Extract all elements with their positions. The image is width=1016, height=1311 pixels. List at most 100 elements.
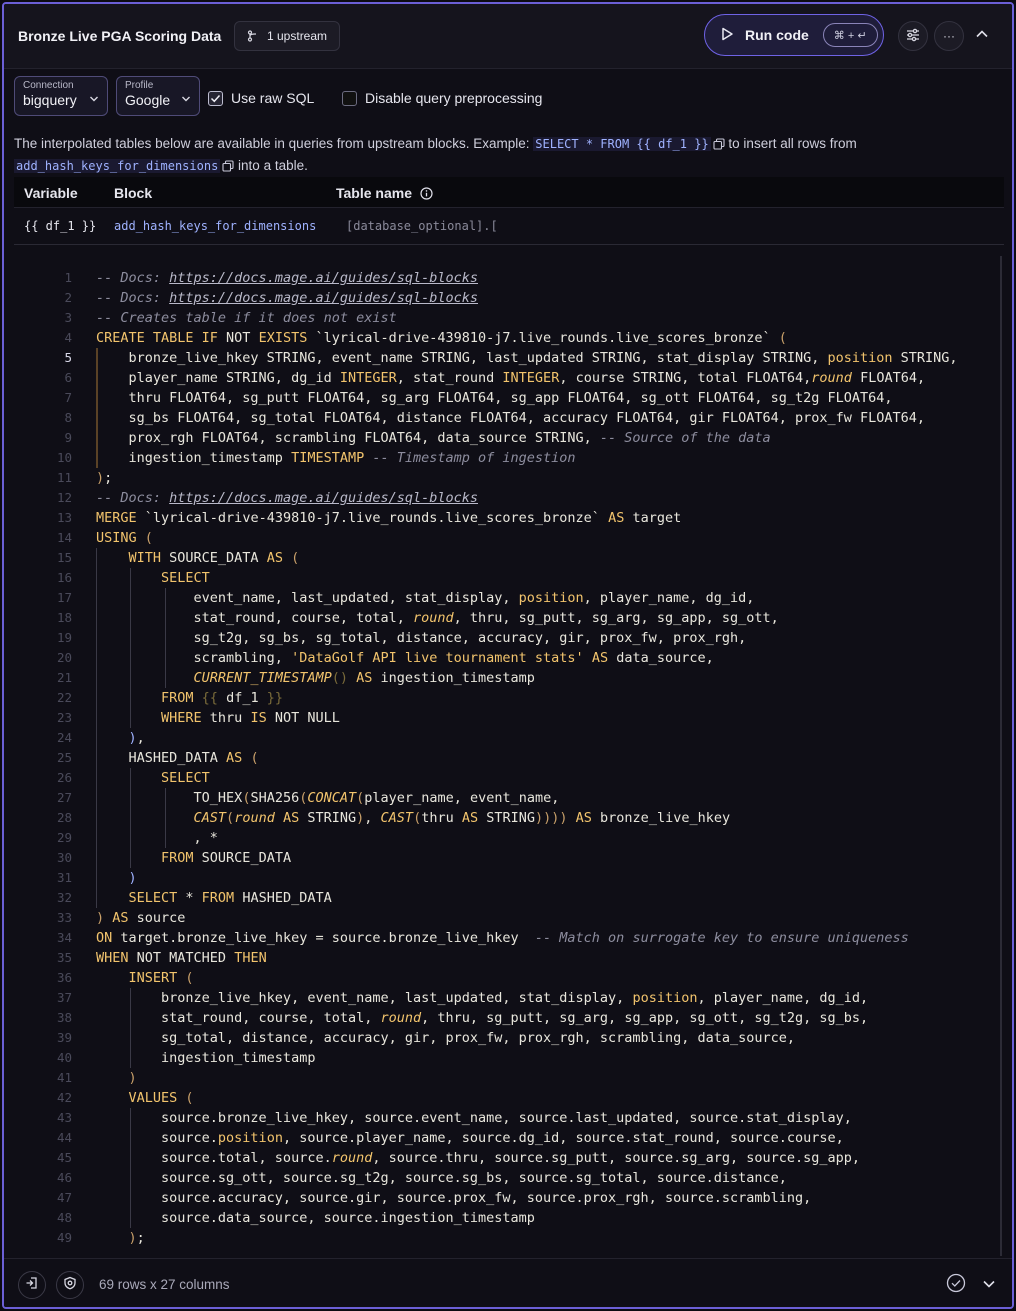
code-line: 8 sg_bs FLOAT64, sg_total FLOAT64, dista…: [4, 408, 1008, 428]
code-token: bronze_live_hkey, event_name, last_updat…: [96, 990, 633, 1006]
line-number: 15: [56, 550, 72, 565]
code-token: INTEGER: [339, 370, 397, 386]
code-line: 27 TO_HEX(SHA256(CONCAT(player_name, eve…: [4, 788, 1008, 808]
code-token: STRING,: [892, 350, 958, 366]
info-icon[interactable]: [420, 187, 433, 203]
line-number: 1: [64, 270, 72, 285]
line-number: 20: [56, 650, 72, 665]
code-text: sg_t2g, sg_bs, sg_total, distance, accur…: [96, 628, 747, 648]
code-token: round: [331, 1150, 373, 1166]
line-number: 11: [56, 470, 72, 485]
code-token: , course STRING, total FLOAT64,: [559, 370, 812, 386]
disable-preprocessing-checkbox[interactable]: Disable query preprocessing: [342, 90, 542, 106]
code-token: (: [291, 550, 300, 566]
code-token: USING: [96, 530, 145, 546]
line-number: 13: [56, 510, 72, 525]
shield-button[interactable]: [56, 1271, 84, 1299]
copy-icon[interactable]: [713, 136, 725, 156]
run-code-button[interactable]: Run code ⌘ + ↵: [704, 14, 884, 56]
code-text: );: [96, 468, 112, 488]
code-text: scrambling, 'DataGolf API live tournamen…: [96, 648, 714, 668]
code-token: https://docs.mage.ai/guides/sql-blocks: [169, 290, 479, 306]
code-token: , player_name, dg_id,: [583, 590, 755, 606]
code-text: ) AS source: [96, 908, 185, 928]
code-token: CONCAT: [307, 790, 357, 806]
chevron-down-icon[interactable]: [982, 1277, 996, 1296]
code-token: SOURCE_DATA: [201, 850, 292, 866]
code-token: }}: [266, 690, 283, 706]
line-number: 21: [56, 670, 72, 685]
checkbox-icon: [208, 90, 223, 106]
code-token: CREATE TABLE IF: [96, 330, 227, 346]
code-text: SELECT: [96, 568, 210, 588]
more-button[interactable]: ···: [934, 21, 964, 51]
code-token: bronze_live_hkey: [600, 810, 731, 826]
code-token: (: [144, 530, 153, 546]
code-token: {{: [201, 690, 227, 706]
info-suffix: into a table.: [234, 158, 308, 173]
exit-button[interactable]: [18, 1271, 46, 1299]
row-block[interactable]: add_hash_keys_for_dimensions: [114, 219, 316, 233]
use-raw-sql-checkbox[interactable]: Use raw SQL: [208, 90, 314, 106]
table-row: {{ df_1 }} add_hash_keys_for_dimensions …: [14, 208, 1004, 245]
code-token: thru: [209, 710, 251, 726]
code-text: sg_total, distance, accuracy, gir, prox_…: [96, 1028, 795, 1048]
editor-scrollbar[interactable]: [1000, 256, 1002, 1256]
code-token: , stat_round: [396, 370, 503, 386]
code-token: ): [96, 470, 105, 486]
code-token: SHA256: [250, 790, 300, 806]
code-line: 25 HASHED_DATA AS (: [4, 748, 1008, 768]
upstream-button[interactable]: 1 upstream: [234, 21, 341, 51]
code-line: 37 bronze_live_hkey, event_name, last_up…: [4, 988, 1008, 1008]
connection-select[interactable]: Connection bigquery: [14, 76, 108, 116]
code-token: , thru, sg_putt, sg_arg, sg_app, sg_ott,…: [421, 1010, 869, 1026]
code-line: 5 bronze_live_hkey STRING, event_name ST…: [4, 348, 1008, 368]
code-text: source.position, source.player_name, sou…: [96, 1128, 844, 1148]
code-editor[interactable]: 1 -- Docs: https://docs.mage.ai/guides/sq…: [4, 256, 1008, 1248]
line-number: 31: [56, 870, 72, 885]
line-number: 22: [56, 690, 72, 705]
code-text: WHEN NOT MATCHED THEN: [96, 948, 267, 968]
check-circle-icon[interactable]: [946, 1273, 966, 1298]
code-token: AS: [356, 670, 381, 686]
code-token: )))): [535, 810, 576, 826]
code-text: source.accuracy, source.gir, source.prox…: [96, 1188, 811, 1208]
code-text: source.sg_ott, source.sg_t2g, source.sg_…: [96, 1168, 787, 1188]
code-line: 22 FROM {{ df_1 }}: [4, 688, 1008, 708]
code-line: 16 SELECT: [4, 568, 1008, 588]
settings-button[interactable]: [898, 21, 928, 51]
code-token: player_name, event_name,: [364, 790, 560, 806]
code-token: AS: [282, 810, 308, 826]
code-token: source: [136, 910, 186, 926]
collapse-button[interactable]: [972, 26, 992, 46]
code-token: SELECT: [96, 570, 210, 586]
code-token: `lyrical-drive-439810-j7.live_rounds.liv…: [144, 510, 609, 526]
indent-guide: [130, 568, 132, 728]
indent-guide: [96, 348, 98, 468]
code-token: AS: [461, 810, 487, 826]
settings-sliders-icon: [905, 27, 921, 46]
code-token: round: [412, 610, 454, 626]
code-token: AS: [575, 810, 601, 826]
profile-select[interactable]: Profile Google: [116, 76, 200, 116]
code-token: WHEN: [96, 950, 137, 966]
column-header-block: Block: [114, 185, 153, 201]
copy-icon[interactable]: [222, 158, 234, 178]
code-token: source.sg_ott, source.sg_t2g, source.sg_…: [96, 1170, 787, 1186]
code-line: 46 source.sg_ott, source.sg_t2g, source.…: [4, 1168, 1008, 1188]
code-text: -- Docs: https://docs.mage.ai/guides/sql…: [96, 288, 478, 308]
upstream-branch-icon: [247, 30, 259, 42]
code-text: stat_round, course, total, round, thru, …: [96, 1008, 868, 1028]
code-line: 33) AS source: [4, 908, 1008, 928]
code-text: SELECT * FROM HASHED_DATA: [96, 888, 332, 908]
code-token: AS: [608, 510, 633, 526]
line-number: 23: [56, 710, 72, 725]
code-token: -- Docs:: [96, 290, 170, 306]
code-token: ): [96, 1230, 137, 1246]
code-text: WHERE thru IS NOT NULL: [96, 708, 340, 728]
line-number: 10: [56, 450, 72, 465]
shield-icon: [63, 1276, 77, 1295]
row-table-name[interactable]: [database_optional].[: [346, 219, 498, 233]
code-token: scrambling,: [96, 650, 292, 666]
code-line: 48 source.data_source, source.ingestion_…: [4, 1208, 1008, 1228]
